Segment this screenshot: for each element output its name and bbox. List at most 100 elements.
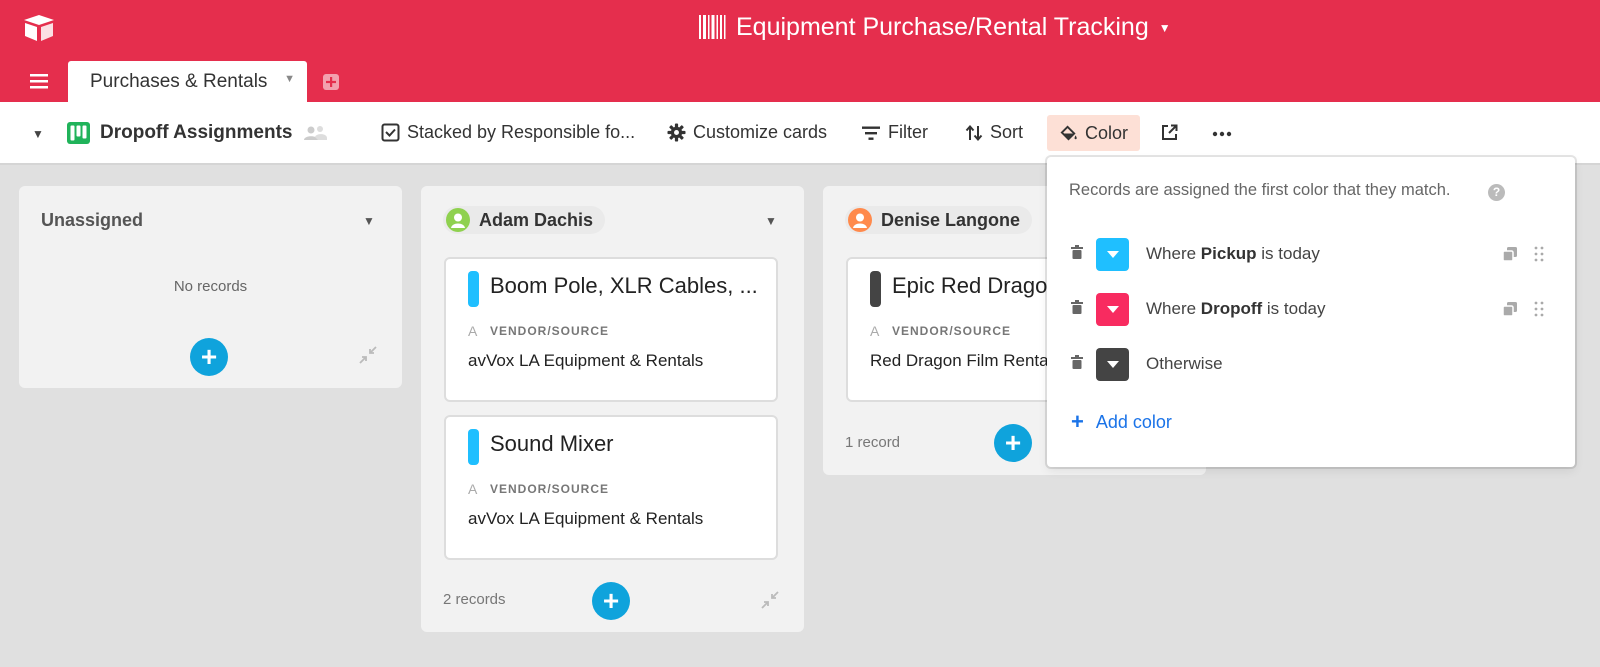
paint-bucket-icon	[1060, 125, 1077, 141]
chevron-down-icon	[1106, 251, 1119, 258]
field-value: avVox LA Equipment & Rentals	[468, 509, 704, 528]
color-swatch-button[interactable]	[1096, 293, 1129, 326]
barcode-icon	[699, 15, 726, 39]
add-record-button[interactable]: +	[592, 582, 630, 620]
trash-icon[interactable]	[1071, 355, 1083, 369]
avatar	[446, 208, 470, 232]
add-color-label: Add color	[1095, 411, 1172, 432]
customize-cards-button[interactable]: Customize cards	[667, 102, 827, 163]
record-count: 1 record	[845, 434, 901, 451]
color-indicator	[468, 271, 479, 307]
rule-prefix: Where	[1146, 244, 1201, 263]
record-card[interactable]: Boom Pole, XLR Cables, ... A VENDOR/SOUR…	[444, 257, 778, 402]
empty-state-text: No records	[173, 278, 248, 295]
view-name-button[interactable]: Dropoff Assignments	[67, 102, 328, 163]
color-rule-dropoff: Where Dropoff is today	[1047, 291, 1575, 327]
chevron-down-icon	[1106, 361, 1119, 368]
text-field-icon: A	[870, 323, 880, 339]
chevron-down-icon[interactable]: ▼	[284, 73, 295, 85]
column-menu-caret-icon[interactable]: ▼	[765, 214, 777, 228]
hamburger-menu-icon[interactable]	[28, 72, 50, 90]
tab-purchases-rentals[interactable]: Purchases & Rentals ▼	[68, 61, 307, 102]
text-field-icon: A	[468, 481, 478, 497]
drag-handle-icon[interactable]	[1534, 301, 1544, 317]
rule-field: Dropoff	[1200, 299, 1263, 318]
stacked-by-button[interactable]: Stacked by Responsible fo...	[381, 102, 635, 163]
color-rule-pickup: Where Pickup is today	[1047, 236, 1575, 272]
add-record-button[interactable]: +	[190, 338, 228, 376]
kanban-icon	[67, 121, 90, 144]
add-color-button[interactable]: + Add color	[1071, 409, 1172, 435]
record-card[interactable]: Sound Mixer A VENDOR/SOURCE avVox LA Equ…	[444, 415, 778, 560]
card-title: Epic Red Dragon	[892, 273, 1060, 298]
color-info-text: Records are assigned the first color tha…	[1069, 181, 1451, 199]
color-popover: Records are assigned the first color tha…	[1047, 157, 1575, 467]
kanban-column-adam-dachis: Adam Dachis ▼ Boom Pole, XLR Cables, ...…	[421, 186, 804, 632]
field-label: VENDOR/SOURCE	[490, 482, 610, 496]
chevron-down-icon	[1106, 306, 1119, 313]
share-view-icon[interactable]	[1160, 123, 1179, 142]
add-table-icon[interactable]	[322, 73, 340, 91]
column-title: Unassigned	[41, 209, 144, 230]
base-title-button[interactable]: Equipment Purchase/Rental Tracking ▼	[698, 12, 1171, 42]
user-chip: Adam Dachis	[443, 206, 606, 234]
rule-prefix: Where	[1146, 299, 1201, 318]
column-menu-caret-icon[interactable]: ▼	[363, 214, 375, 228]
color-swatch-button[interactable]	[1096, 238, 1129, 271]
text-field-icon: A	[468, 323, 478, 339]
sort-label: Sort	[990, 122, 1024, 142]
drag-handle-icon[interactable]	[1534, 246, 1544, 262]
color-rule-text: Otherwise	[1146, 354, 1223, 374]
trash-icon[interactable]	[1071, 300, 1083, 314]
checkbox-icon	[381, 123, 400, 142]
sort-button[interactable]: Sort	[965, 102, 1023, 163]
color-indicator	[468, 429, 479, 465]
app-logo-icon[interactable]	[22, 14, 56, 42]
more-options-icon[interactable]	[1212, 131, 1232, 137]
chevron-down-icon: ▼	[1158, 21, 1171, 35]
field-value: Red Dragon Film Renta	[870, 351, 1049, 370]
color-rule-text[interactable]: Where Pickup is today	[1146, 244, 1320, 264]
filter-icon	[862, 126, 880, 140]
trash-icon[interactable]	[1071, 245, 1083, 259]
gear-icon	[667, 123, 686, 142]
customize-cards-label: Customize cards	[693, 122, 828, 142]
column-header: Denise Langone	[845, 206, 1033, 234]
collapse-stack-icon[interactable]	[359, 346, 377, 364]
tab-label: Purchases & Rentals	[90, 70, 268, 92]
collapse-stack-icon[interactable]	[761, 591, 779, 609]
rule-suffix: Otherwise	[1146, 354, 1223, 373]
column-title: Denise Langone	[881, 209, 1021, 230]
column-title: Adam Dachis	[479, 209, 594, 230]
add-record-button[interactable]: +	[994, 424, 1032, 462]
filter-button[interactable]: Filter	[861, 102, 928, 163]
record-count: 2 records	[443, 591, 506, 608]
help-icon[interactable]: ?	[1488, 184, 1505, 201]
user-icon	[853, 213, 867, 228]
color-rule-otherwise: Otherwise	[1047, 346, 1575, 382]
duplicate-icon[interactable]	[1502, 246, 1518, 262]
field-label: VENDOR/SOURCE	[490, 324, 610, 338]
view-toolbar: ▼ Dropoff Assignments Stacked by Respons…	[0, 102, 1600, 165]
plus-icon: +	[1071, 409, 1084, 434]
color-swatch-button[interactable]	[1096, 348, 1129, 381]
card-title: Boom Pole, XLR Cables, ...	[490, 273, 758, 298]
card-title: Sound Mixer	[490, 431, 614, 456]
rule-suffix: is today	[1256, 244, 1320, 263]
sort-icon	[965, 124, 983, 141]
duplicate-icon[interactable]	[1502, 301, 1518, 317]
color-label: Color	[1085, 122, 1129, 143]
app-header: Equipment Purchase/Rental Tracking ▼ Pur…	[0, 0, 1600, 102]
view-switcher-caret-icon[interactable]: ▼	[32, 127, 44, 141]
column-header: Adam Dachis	[443, 206, 606, 234]
collaborators-icon	[304, 125, 328, 140]
color-button[interactable]: Color	[1047, 115, 1141, 151]
user-icon	[451, 213, 465, 228]
color-rule-text[interactable]: Where Dropoff is today	[1146, 299, 1325, 319]
base-title: Equipment Purchase/Rental Tracking	[736, 12, 1149, 41]
kanban-column-unassigned: Unassigned ▼ No records +	[19, 186, 402, 388]
rule-field: Pickup	[1200, 244, 1257, 263]
avatar	[848, 208, 872, 232]
user-chip: Denise Langone	[845, 206, 1033, 234]
column-header: Unassigned	[41, 206, 143, 234]
